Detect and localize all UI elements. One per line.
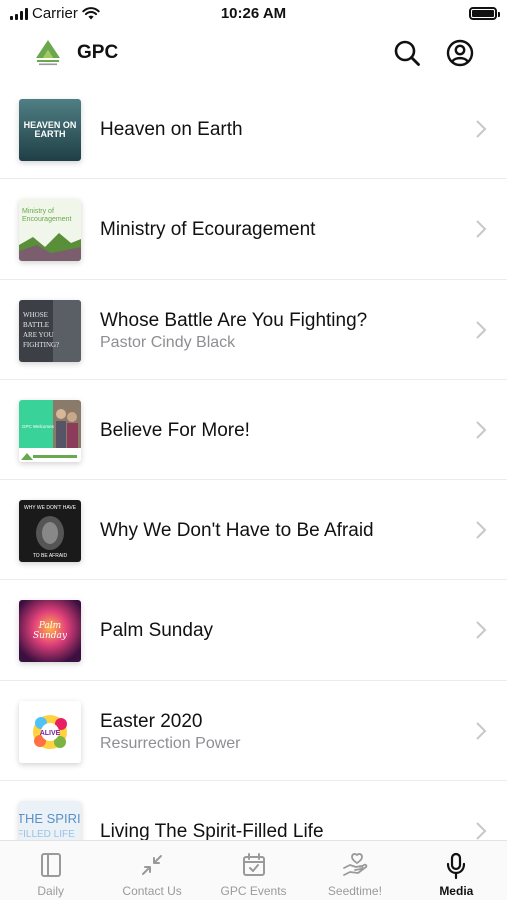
media-list-item[interactable]: THE SPIRIT FILLED LIFE Living The Spirit… [0,781,507,840]
user-circle-icon [446,39,474,67]
thumbnail-text: Palm [38,621,61,631]
thumbnail-text: BATTLE [23,321,49,329]
media-title: Heaven on Earth [100,119,243,140]
media-thumbnail: GPC Welcomes [19,399,81,462]
media-thumbnail: ALIVE [19,700,81,763]
tab-gpc-events[interactable]: GPC Events [203,841,304,900]
status-bar: Carrier 10:26 AM [0,0,507,28]
media-list-item[interactable]: HEAVEN ON EARTH Heaven on Earth [0,79,507,180]
chevron-right-icon [476,822,487,840]
media-title: Why We Don't Have to Be Afraid [100,520,374,542]
thumbnail-text: FIGHTING? [23,341,59,349]
media-thumbnail: THE SPIRIT FILLED LIFE [19,801,81,840]
media-thumbnail: Palm Sunday [19,600,81,663]
chevron-right-icon [476,722,487,740]
status-time: 10:26 AM [220,5,287,22]
collapse-arrows-icon [142,855,163,875]
hand-heart-icon [343,853,368,876]
tab-label: Daily [37,884,65,898]
thumbnail-text: GPC Welcomes [22,424,55,429]
thumbnail-text: Sunday [33,631,68,641]
chevron-right-icon [476,220,487,239]
tab-label: Media [439,884,474,898]
app-header: GPC [0,28,507,80]
tab-label: Seedtime! [327,884,382,898]
tab-label: GPC Events [220,884,287,898]
media-list-item[interactable]: GPC Welcomes Believe For More! [0,380,507,481]
tab-bar: Daily Contact Us GPC Events Seedtime! Me… [0,840,507,900]
media-thumbnail: HEAVEN ON EARTH [19,99,81,161]
thumbnail-text: WHY WE DON'T HAVE [24,505,77,511]
media-list: HEAVEN ON EARTH Heaven on Earth Ministry… [0,79,507,840]
media-title: Ministry of Ecouragement [100,219,316,241]
thumbnail-text: Ministry of [22,208,54,215]
chevron-right-icon [476,621,487,640]
thumbnail-text: TO BE AFRAID [33,553,68,559]
grace-pointe-logo [36,40,60,66]
media-title: Living The Spirit-Filled Life [100,821,324,840]
media-title: Easter 2020 [100,710,203,732]
media-title: Palm Sunday [100,620,214,642]
thumbnail-text: WHOSE [23,311,48,319]
thumbnail-text: ALIVE [40,730,61,737]
thumbnail-text: FILLED LIFE [19,829,75,840]
tab-media[interactable]: Media [406,841,507,900]
media-list-item[interactable]: Ministry of Encouragement Ministry of Ec… [0,179,507,280]
search-button[interactable] [392,38,422,68]
profile-button[interactable] [445,38,475,68]
thumbnail-text: ARE YOU [23,331,54,339]
media-list-item[interactable]: WHOSE BATTLE ARE YOU FIGHTING? Whose Bat… [0,280,507,380]
media-thumbnail: WHY WE DON'T HAVE TO BE AFRAID [19,500,81,563]
chevron-right-icon [476,421,487,439]
tab-daily[interactable]: Daily [0,841,101,900]
chevron-right-icon [476,120,487,138]
media-title: Whose Battle Are You Fighting? [100,309,368,331]
calendar-check-icon [242,853,265,876]
thumbnail-text: Encouragement [22,216,71,223]
tab-contact-us[interactable]: Contact Us [101,841,202,900]
media-thumbnail: Ministry of Encouragement [19,199,81,262]
media-list-item[interactable]: WHY WE DON'T HAVE TO BE AFRAID Why We Do… [0,480,507,581]
tab-seedtime[interactable]: Seedtime! [304,841,405,900]
search-icon [394,40,420,66]
thumbnail-text: THE SPIRIT [19,811,81,826]
microphone-icon [447,852,466,880]
app-title: GPC [77,42,119,63]
media-list-item[interactable]: ALIVE Easter 2020 Resurrection Power [0,681,507,782]
book-icon [40,853,61,877]
media-list-item[interactable]: Palm Sunday Palm Sunday [0,580,507,681]
tab-label: Contact Us [122,884,182,898]
thumbnail-text: EARTH [35,129,66,139]
media-subtitle: Pastor Cindy Black [100,333,236,351]
chevron-right-icon [476,521,487,539]
chevron-right-icon [476,320,487,339]
media-thumbnail: WHOSE BATTLE ARE YOU FIGHTING? [19,299,81,362]
media-subtitle: Resurrection Power [100,734,241,752]
media-title: Believe For More! [100,419,250,441]
battery-icon [469,7,500,20]
